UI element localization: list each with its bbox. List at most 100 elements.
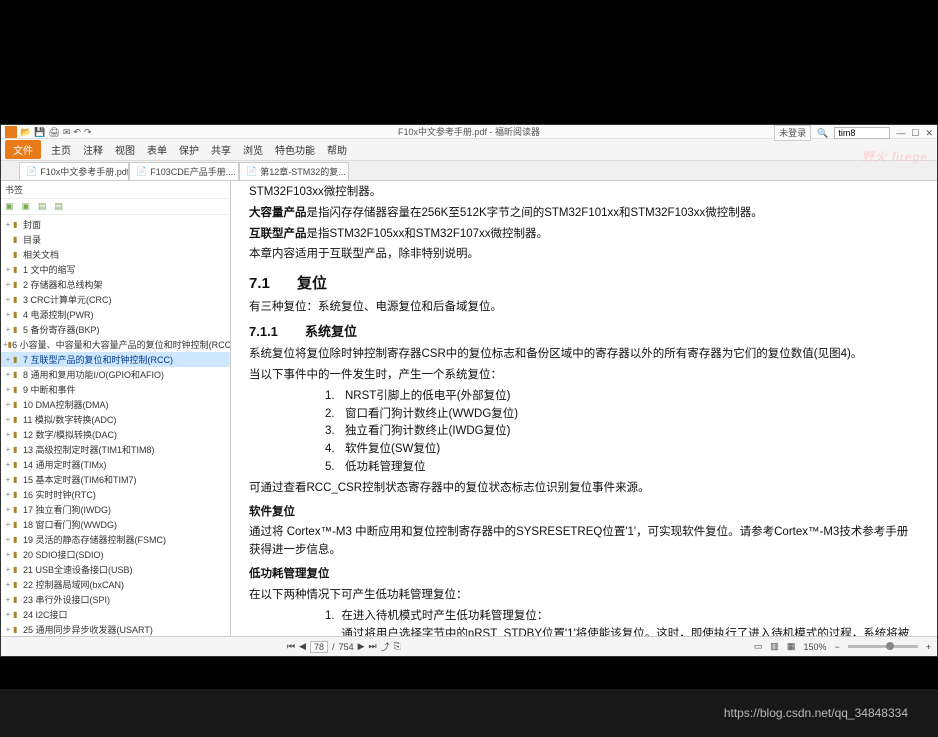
redo-icon[interactable]: ↷ <box>84 125 92 139</box>
bookmark-item[interactable]: +▮7 互联型产品的复位和时钟控制(RCC) <box>1 352 230 367</box>
first-page-icon[interactable]: ⏮ <box>287 641 295 652</box>
tree-expand-icon[interactable]: + <box>3 460 13 469</box>
bookmark-item[interactable]: +▮8 通用和复用功能I/O(GPIO和AFIO) <box>1 367 230 382</box>
bookmark-item[interactable]: +▮13 高级控制定时器(TIM1和TIM8) <box>1 442 230 457</box>
menu-item[interactable]: 视图 <box>115 142 135 157</box>
bookmark-item[interactable]: +▮15 基本定时器(TIM6和TIM7) <box>1 472 230 487</box>
bookmark-item[interactable]: +▮16 实时时钟(RTC) <box>1 487 230 502</box>
bookmark-label: 15 基本定时器(TIM6和TIM7) <box>23 473 137 486</box>
tree-expand-icon[interactable]: + <box>3 625 13 634</box>
bookmark-item[interactable]: +▮5 备份寄存器(BKP) <box>1 322 230 337</box>
save-icon[interactable]: 💾 <box>34 125 45 139</box>
tree-expand-icon[interactable]: + <box>3 310 13 319</box>
sidebar-tool-icon[interactable]: ▣ <box>22 201 31 212</box>
nav-extra-icon[interactable]: ⎘ <box>394 641 401 652</box>
bookmark-item[interactable]: ▮目录 <box>1 232 230 247</box>
document-tab[interactable]: 📄F103CDE产品手册....× <box>129 162 239 180</box>
bookmark-item[interactable]: +▮3 CRC计算单元(CRC) <box>1 292 230 307</box>
zoom-slider[interactable] <box>848 645 918 648</box>
prev-page-icon[interactable]: ◀ <box>299 641 306 652</box>
menu-item[interactable]: 表单 <box>147 142 167 157</box>
bookmark-item[interactable]: +▮6 小容量、中容量和大容量产品的复位和时钟控制(RCC) <box>1 337 230 352</box>
tree-expand-icon[interactable]: + <box>3 550 13 559</box>
print-icon[interactable]: 🖨 <box>48 125 59 139</box>
document-tab[interactable]: 📄第12章-STM32的复...× <box>239 162 349 180</box>
tree-expand-icon[interactable]: + <box>3 445 13 454</box>
tree-expand-icon[interactable]: + <box>3 295 13 304</box>
bookmark-item[interactable]: +▮19 灵活的静态存储器控制器(FSMC) <box>1 532 230 547</box>
nav-extra-icon[interactable]: ⤴ <box>381 640 390 653</box>
tree-expand-icon[interactable]: + <box>3 505 13 514</box>
menu-item[interactable]: 主页 <box>51 142 71 157</box>
bookmark-item[interactable]: +▮12 数字/模拟转换(DAC) <box>1 427 230 442</box>
menu-item[interactable]: 帮助 <box>327 142 347 157</box>
menu-item[interactable]: 共享 <box>211 142 231 157</box>
view-mode-icon[interactable]: ▭ <box>754 641 763 652</box>
bookmark-item[interactable]: +▮23 串行外设接口(SPI) <box>1 592 230 607</box>
mail-icon[interactable]: ✉ <box>63 125 71 139</box>
bookmark-item[interactable]: +▮11 模拟/数字转换(ADC) <box>1 412 230 427</box>
search-icon[interactable]: 🔍 <box>817 126 828 140</box>
sidebar-tool-icon[interactable]: ▤ <box>55 201 64 212</box>
close-icon[interactable]: ✕ <box>925 126 933 140</box>
maximize-icon[interactable]: ☐ <box>911 126 919 140</box>
next-page-icon[interactable]: ▶ <box>358 641 365 652</box>
bookmark-item[interactable]: +▮4 电源控制(PWR) <box>1 307 230 322</box>
tree-expand-icon[interactable]: + <box>3 535 13 544</box>
bookmark-item[interactable]: +▮14 通用定时器(TIMx) <box>1 457 230 472</box>
zoom-out-icon[interactable]: − <box>834 642 839 652</box>
search-input[interactable] <box>834 127 890 139</box>
tree-expand-icon[interactable]: + <box>3 415 13 424</box>
last-page-icon[interactable]: ⏭ <box>369 641 377 652</box>
bookmark-item[interactable]: +▮21 USB全速设备接口(USB) <box>1 562 230 577</box>
minimize-icon[interactable]: — <box>896 126 905 140</box>
login-status[interactable]: 未登录 <box>774 125 811 141</box>
page-current[interactable]: 78 <box>310 641 328 653</box>
bookmark-item[interactable]: +▮20 SDIO接口(SDIO) <box>1 547 230 562</box>
tree-expand-icon[interactable]: + <box>3 280 13 289</box>
tree-expand-icon[interactable]: + <box>3 610 13 619</box>
tree-expand-icon[interactable]: + <box>3 430 13 439</box>
sidebar-tool-icon[interactable]: ▤ <box>38 201 47 212</box>
bookmark-item[interactable]: +▮22 控制器局域网(bxCAN) <box>1 577 230 592</box>
tree-expand-icon[interactable]: + <box>3 265 13 274</box>
tree-expand-icon[interactable]: + <box>3 595 13 604</box>
bookmark-label: 1 文中的缩写 <box>23 263 76 276</box>
tree-expand-icon[interactable]: + <box>3 565 13 574</box>
tree-expand-icon[interactable]: + <box>3 385 13 394</box>
tree-expand-icon[interactable]: + <box>3 475 13 484</box>
open-icon[interactable]: 📂 <box>20 125 31 139</box>
document-view[interactable]: STM32F103xx微控制器。 大容量产品是指闪存存储器容量在256K至512… <box>231 181 937 636</box>
tree-expand-icon[interactable]: + <box>3 580 13 589</box>
bookmark-item[interactable]: ▮相关文档 <box>1 247 230 262</box>
bookmark-item[interactable]: +▮17 独立看门狗(IWDG) <box>1 502 230 517</box>
tree-expand-icon[interactable]: + <box>3 325 13 334</box>
bookmark-item[interactable]: +▮24 I2C接口 <box>1 607 230 622</box>
tree-expand-icon[interactable]: + <box>3 370 13 379</box>
bookmark-item[interactable]: +▮25 通用同步异步收发器(USART) <box>1 622 230 636</box>
tree-expand-icon[interactable]: + <box>3 220 13 229</box>
bookmark-item[interactable]: +▮封面 <box>1 217 230 232</box>
file-menu[interactable]: 文件 <box>5 140 41 159</box>
tree-expand-icon[interactable]: + <box>3 400 13 409</box>
bookmark-item[interactable]: +▮18 窗口看门狗(WWDG) <box>1 517 230 532</box>
menu-item[interactable]: 特色功能 <box>275 142 315 157</box>
zoom-in-icon[interactable]: + <box>926 642 931 652</box>
undo-icon[interactable]: ↶ <box>73 125 81 139</box>
bookmark-item[interactable]: +▮10 DMA控制器(DMA) <box>1 397 230 412</box>
tree-expand-icon[interactable]: + <box>3 355 13 364</box>
zoom-value[interactable]: 150% <box>803 642 826 652</box>
view-mode-icon[interactable]: ▥ <box>770 641 779 652</box>
bookmark-item[interactable]: +▮9 中断和事件 <box>1 382 230 397</box>
tree-expand-icon[interactable]: + <box>3 490 13 499</box>
menu-item[interactable]: 保护 <box>179 142 199 157</box>
menu-item[interactable]: 注释 <box>83 142 103 157</box>
bookmark-tree[interactable]: +▮封面 ▮目录 ▮相关文档+▮1 文中的缩写+▮2 存储器和总线构架+▮3 C… <box>1 215 230 636</box>
view-mode-icon[interactable]: ▦ <box>787 641 796 652</box>
sidebar-tool-icon[interactable]: ▣ <box>5 201 14 212</box>
tree-expand-icon[interactable]: + <box>3 520 13 529</box>
bookmark-item[interactable]: +▮1 文中的缩写 <box>1 262 230 277</box>
menu-item[interactable]: 浏览 <box>243 142 263 157</box>
bookmark-item[interactable]: +▮2 存储器和总线构架 <box>1 277 230 292</box>
document-tab[interactable]: 📄F10x中文参考手册.pdf× <box>19 162 129 180</box>
